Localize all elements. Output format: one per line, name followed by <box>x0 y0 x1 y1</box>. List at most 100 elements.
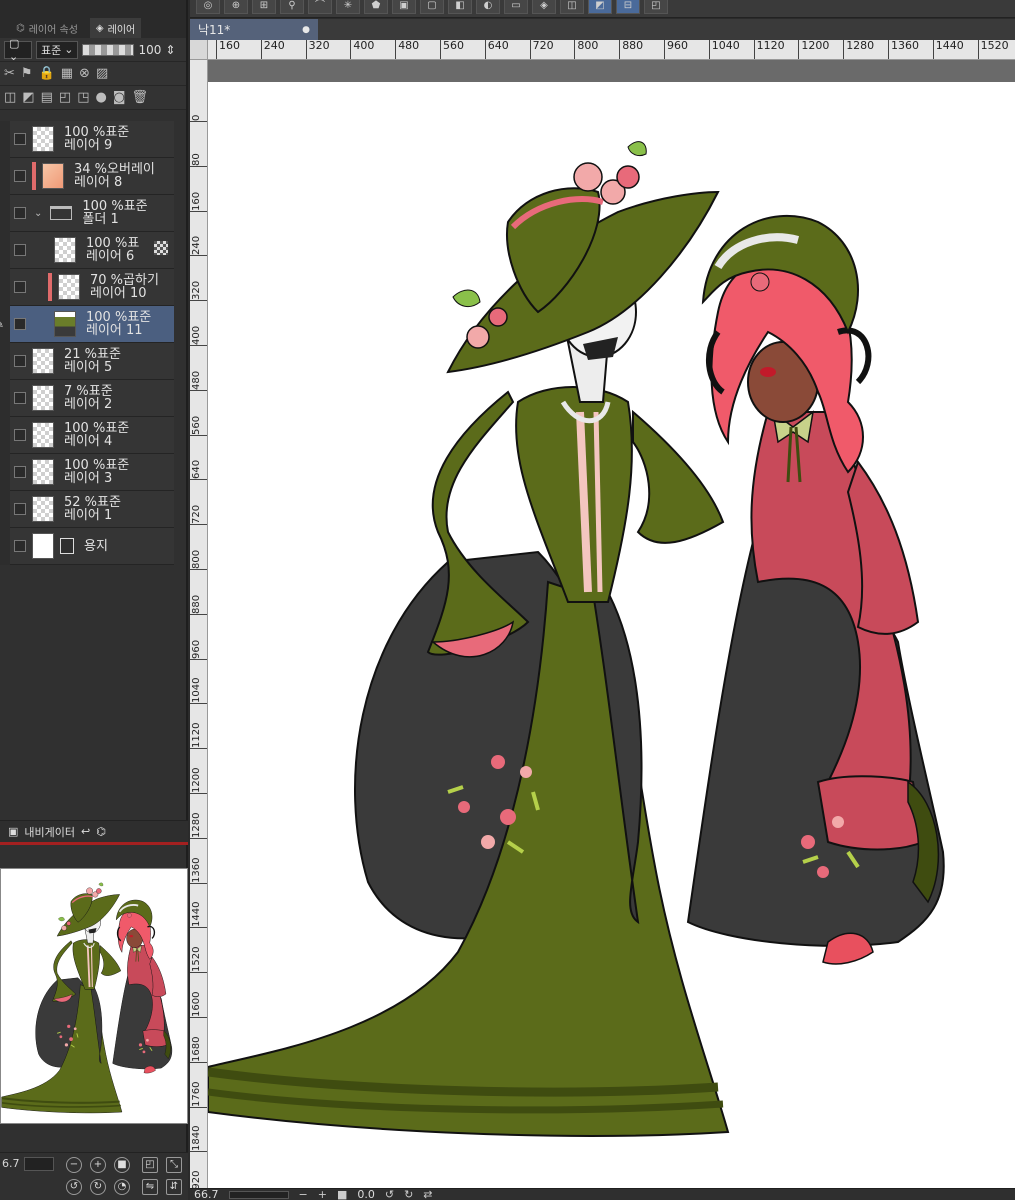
color-mode-select[interactable]: ▢ ⌄ <box>4 37 32 63</box>
opacity-slider[interactable] <box>82 43 135 56</box>
close-tab-icon[interactable]: ● <box>302 25 310 35</box>
apply-mask-icon[interactable]: ◙ <box>113 90 126 105</box>
layer-checkbox[interactable] <box>14 540 26 552</box>
tab-layer[interactable]: ◈ 레이어 <box>89 18 142 38</box>
navigator-zoom-value[interactable]: 6.7 <box>2 1157 20 1170</box>
layer-row[interactable]: ⌄ 100 %표준 폴더 1 <box>0 194 174 232</box>
rotate-left-icon[interactable]: ↺ <box>385 1188 394 1200</box>
lock-alpha-icon[interactable]: ▦ <box>61 66 73 81</box>
flip-icon[interactable]: ⇄ <box>423 1188 432 1200</box>
layer-checkbox[interactable] <box>14 170 26 182</box>
zoom-out-icon[interactable]: − <box>66 1157 82 1173</box>
actual-size-icon[interactable]: ⤡ <box>166 1157 182 1173</box>
layer-checkbox[interactable] <box>14 244 26 256</box>
zoom-out-icon[interactable]: − <box>299 1188 308 1200</box>
visibility-toggle[interactable] <box>0 453 10 491</box>
layer-checkbox[interactable] <box>14 466 26 478</box>
rotate-right-icon[interactable]: ↻ <box>90 1179 106 1195</box>
canvas-viewport[interactable] <box>208 60 1015 1188</box>
toolbar-button[interactable]: ⬟ <box>364 0 388 14</box>
toolbar-button[interactable]: ◫ <box>560 0 584 14</box>
toolbar-button[interactable]: ⚲ <box>280 0 304 14</box>
toolbar-button[interactable]: ◈ <box>532 0 556 14</box>
zoom-in-icon[interactable]: + <box>90 1157 106 1173</box>
trash-icon[interactable]: 🗑 <box>131 90 148 105</box>
visibility-toggle[interactable] <box>0 416 10 454</box>
zoom-value[interactable]: 66.7 <box>194 1188 219 1200</box>
toolbar-button[interactable]: ◩ <box>588 0 612 14</box>
vertical-ruler[interactable]: 0 80 160 240 320 400 480 560 640 720 800 880 960 1040… <box>190 60 208 1188</box>
history-icon[interactable]: ↩ <box>81 825 90 838</box>
layer-checkbox[interactable] <box>14 318 26 330</box>
horizontal-ruler[interactable]: 160 240 320 400 480 560 640 720 800 880 960 1040 112… <box>208 40 1015 60</box>
visibility-toggle[interactable] <box>0 231 10 269</box>
layer-row[interactable]: 100 %표준 레이어 4 <box>0 416 174 454</box>
toolbar-button[interactable]: ⊞ <box>252 0 276 14</box>
flip-vertical-icon[interactable]: ⇵ <box>166 1179 182 1195</box>
rotate-left-icon[interactable]: ↺ <box>66 1179 82 1195</box>
transfer-down-icon[interactable]: ◰ <box>59 90 71 105</box>
visibility-toggle[interactable] <box>0 268 10 306</box>
zoom-in-icon[interactable]: + <box>318 1188 327 1200</box>
toolbar-button[interactable]: ▢ <box>420 0 444 14</box>
reset-rotation-icon[interactable]: ◔ <box>114 1179 130 1195</box>
toolbar-button[interactable]: ▭ <box>504 0 528 14</box>
opacity-value[interactable]: 100 <box>138 43 161 57</box>
new-vector-icon[interactable]: ◩ <box>22 90 34 105</box>
toolbar-button[interactable]: ✳ <box>336 0 360 14</box>
visibility-toggle[interactable] <box>0 527 10 565</box>
toolbar-button[interactable]: ⊕ <box>224 0 248 14</box>
rotate-right-icon[interactable]: ↻ <box>404 1188 413 1200</box>
canvas-paper[interactable] <box>208 82 1015 1188</box>
lock-icon[interactable]: 🔒 <box>39 66 55 81</box>
layer-row[interactable]: 100 %표준 레이어 9 <box>0 120 174 158</box>
navigator-zoom-slider[interactable] <box>24 1157 54 1171</box>
layer-checkbox[interactable] <box>14 429 26 441</box>
navigator-label[interactable]: 내비게이터 <box>24 824 75 840</box>
toolbar-button[interactable]: ◐ <box>476 0 500 14</box>
tab-layer-properties[interactable]: ⌬ 레이어 속성 <box>10 18 84 38</box>
layer-checkbox[interactable] <box>14 207 26 219</box>
layer-row[interactable]: 7 %표준 레이어 2 <box>0 379 174 417</box>
document-tab[interactable]: 낙11* ● <box>190 19 318 40</box>
new-raster-icon[interactable]: ◫ <box>4 90 16 105</box>
sub-tool-icon[interactable]: ⌬ <box>96 825 106 838</box>
layer-checkbox[interactable] <box>14 281 26 293</box>
visibility-toggle[interactable] <box>0 379 10 417</box>
spinner-icon[interactable]: ⇕ <box>165 43 175 57</box>
layer-checkbox[interactable] <box>14 503 26 515</box>
visibility-toggle[interactable] <box>0 120 10 158</box>
layer-checkbox[interactable] <box>14 392 26 404</box>
toolbar-button[interactable]: ⊟ <box>616 0 640 14</box>
zoom-slider[interactable] <box>228 1190 289 1199</box>
layer-checkbox[interactable] <box>14 133 26 145</box>
layer-row[interactable]: 34 %오버레이 레이어 8 <box>0 157 174 195</box>
visibility-toggle[interactable] <box>0 342 10 380</box>
fit-icon[interactable]: ■ <box>114 1157 130 1173</box>
layer-checkbox[interactable] <box>14 355 26 367</box>
mask-off-icon[interactable]: ⊗ <box>79 66 90 81</box>
toolbar-button[interactable]: ⌒ <box>308 0 332 14</box>
layer-row[interactable]: 52 %표준 레이어 1 <box>0 490 174 528</box>
toolbar-button[interactable]: ◰ <box>644 0 668 14</box>
mask-icon[interactable]: ▨ <box>96 66 108 81</box>
layer-row[interactable]: 21 %표준 레이어 5 <box>0 342 174 380</box>
layer-row[interactable]: 70 %곱하기 레이어 10 <box>0 268 174 306</box>
visibility-toggle[interactable] <box>0 490 10 528</box>
blend-mode-select[interactable]: 표준 ⌄ <box>36 40 79 59</box>
layer-row[interactable]: 100 %표 레이어 6 <box>0 231 174 269</box>
toolbar-button[interactable]: ◎ <box>196 0 220 14</box>
toolbar-button[interactable]: ◧ <box>448 0 472 14</box>
rotation-value[interactable]: 0.0 <box>357 1188 375 1200</box>
layer-row[interactable]: 용지 <box>0 527 174 565</box>
flip-horizontal-icon[interactable]: ⇋ <box>142 1179 158 1195</box>
expand-folder-icon[interactable]: ⌄ <box>34 208 42 219</box>
merge-down-icon[interactable]: ◳ <box>77 90 89 105</box>
toolbar-button[interactable]: ▣ <box>392 0 416 14</box>
fit-icon[interactable]: ■ <box>337 1188 347 1200</box>
reference-icon[interactable]: ⚑ <box>21 66 33 81</box>
fit-window-icon[interactable]: ◰ <box>142 1157 158 1173</box>
add-mask-icon[interactable]: ● <box>95 90 106 105</box>
layer-row[interactable]: 100 %표준 레이어 3 <box>0 453 174 491</box>
navigator-preview[interactable] <box>0 868 188 1124</box>
